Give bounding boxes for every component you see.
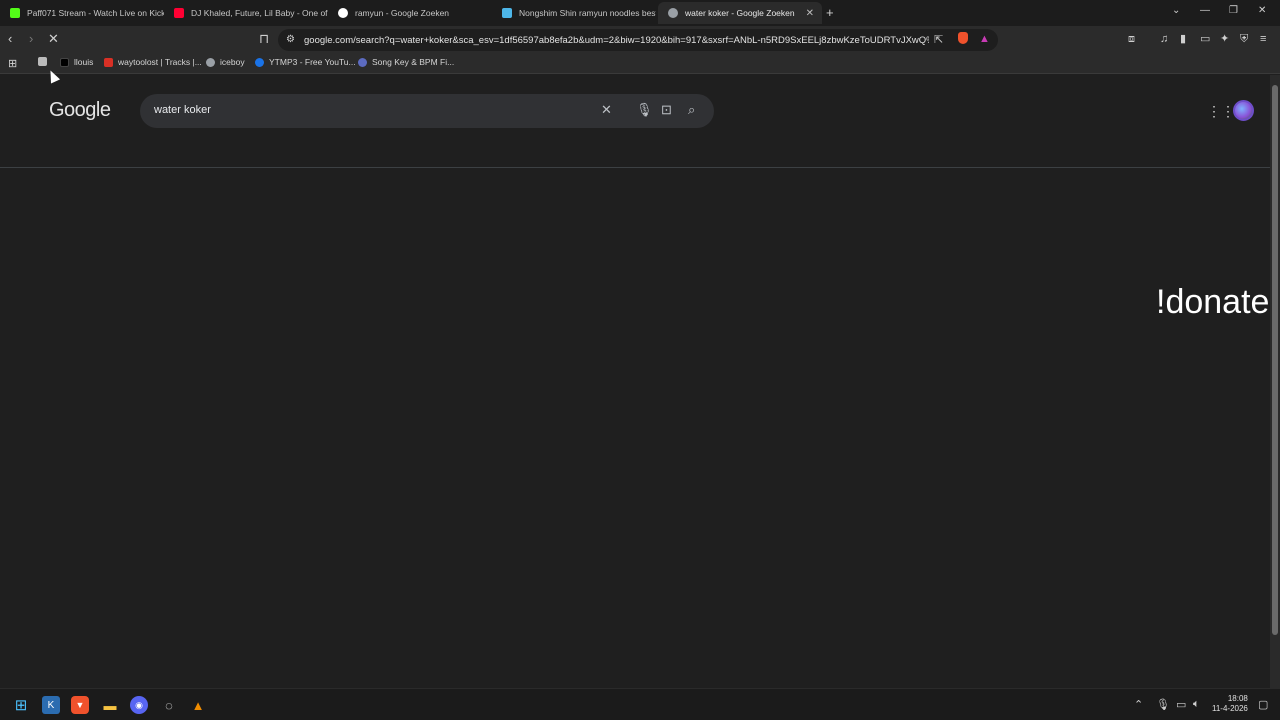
- tab-strip: Paff071 Stream - Watch Live on Kick DJ K…: [0, 0, 1280, 26]
- screenshot-icon[interactable]: ⧈: [1128, 32, 1135, 46]
- bookmark-app[interactable]: [38, 57, 52, 66]
- close-tab-icon[interactable]: ✕: [806, 8, 814, 19]
- back-icon[interactable]: ‹: [8, 32, 12, 46]
- file-explorer-icon[interactable]: ▬: [101, 696, 119, 714]
- bookmark-label: Song Key & BPM Fi...: [372, 57, 455, 67]
- clock-time: 18:08: [1227, 694, 1248, 703]
- tab-kick[interactable]: Paff071 Stream - Watch Live on Kick: [0, 2, 164, 24]
- scrollbar[interactable]: [1270, 75, 1280, 688]
- app-circle-icon[interactable]: ◌: [160, 696, 178, 714]
- search-box[interactable]: water koker ✕ 🎙︎ ⊡ ⌕: [140, 94, 714, 128]
- tab-title: ramyun - Google Zoeken: [355, 8, 450, 18]
- clock-date: 11-4-2026: [1212, 704, 1248, 713]
- lens-icon[interactable]: ⊡: [661, 103, 672, 117]
- mic-icon[interactable]: 🎙︎: [636, 103, 653, 117]
- taskbar-clock[interactable]: 18:08 11-4-2026: [1212, 694, 1248, 714]
- url-text: google.com/search?q=water+koker&sca_esv=…: [304, 34, 929, 46]
- stop-loading-icon[interactable]: ✕: [48, 32, 59, 46]
- search-icon[interactable]: ⌕: [688, 103, 695, 117]
- forward-icon[interactable]: ›: [29, 32, 33, 46]
- stream-overlay-text: !donate: [1156, 283, 1270, 321]
- bookmark-app-icon: [38, 57, 47, 66]
- taskbar: ⊞ K ▼ ▬ ◉ ◌ ▲ ⌃ 🎙︎ ▭ 🔈︎ 18:08 11-4-2026 …: [0, 688, 1280, 720]
- bookmark-ytmp3[interactable]: YTMP3 - Free YouTu...: [255, 57, 356, 67]
- apps-grid-icon[interactable]: ⊞: [8, 57, 17, 70]
- bookmark-label: YTMP3 - Free YouTu...: [269, 57, 356, 67]
- vlc-icon[interactable]: ▲: [189, 696, 207, 714]
- bookmark-iceboy[interactable]: iceboy: [206, 57, 245, 67]
- brave-rewards-icon[interactable]: ▲: [979, 32, 990, 46]
- close-window-icon[interactable]: ✕: [1258, 5, 1266, 16]
- globe-icon: [206, 57, 215, 67]
- tab-youtube[interactable]: DJ Khaled, Future, Lil Baby - One of T: [164, 2, 328, 24]
- new-tab-button[interactable]: +: [826, 5, 834, 20]
- bookmark-label: waytoolost | Tracks |...: [118, 57, 202, 67]
- browser-toolbar: ‹ › ✕ ⊓ ⚙ google.com/search?q=water+koke…: [0, 26, 1280, 54]
- tray-expand-icon[interactable]: ⌃: [1134, 698, 1143, 711]
- youtube-icon: [174, 8, 184, 18]
- minimize-icon[interactable]: —: [1200, 5, 1210, 16]
- share-icon[interactable]: ⇱: [934, 33, 943, 47]
- ytmp3-icon: [255, 57, 264, 67]
- discord-icon[interactable]: ◉: [130, 696, 148, 714]
- network-icon[interactable]: ▭: [1176, 698, 1186, 711]
- vpn-icon[interactable]: ⛨: [1240, 32, 1248, 46]
- wallet-icon[interactable]: ▭: [1200, 32, 1210, 46]
- scrollbar-thumb[interactable]: [1272, 85, 1278, 635]
- media-icon[interactable]: ♫: [1160, 32, 1168, 46]
- bookmark-songkey[interactable]: Song Key & BPM Fi...: [358, 57, 454, 67]
- menu-icon[interactable]: ≡: [1260, 32, 1266, 46]
- sidebar-icon[interactable]: ▮: [1180, 32, 1186, 46]
- music-note-icon: [358, 57, 367, 67]
- kick-icon: [10, 8, 20, 18]
- restore-icon[interactable]: ❐: [1229, 5, 1238, 16]
- avatar[interactable]: [1233, 100, 1254, 121]
- tab-title: DJ Khaled, Future, Lil Baby - One of T: [191, 8, 328, 18]
- brave-icon[interactable]: ▼: [71, 696, 89, 714]
- tab-title: water koker - Google Zoeken: [685, 8, 795, 18]
- site-settings-icon[interactable]: ⚙: [286, 33, 295, 47]
- tab-title: Paff071 Stream - Watch Live on Kick: [27, 8, 164, 18]
- tab-search-icon[interactable]: ⌄: [1172, 5, 1180, 16]
- google-logo[interactable]: Google: [49, 99, 111, 122]
- notifications-icon[interactable]: ▢: [1258, 698, 1268, 711]
- google-icon: [338, 8, 348, 18]
- header-divider: [0, 167, 1270, 168]
- brave-shields-icon[interactable]: [958, 32, 968, 44]
- volume-icon[interactable]: 🔈︎: [1193, 698, 1200, 711]
- tab-water-koker[interactable]: water koker - Google Zoeken ✕: [658, 2, 822, 24]
- bookmark-label: llouis: [74, 57, 94, 67]
- clear-icon[interactable]: ✕: [601, 103, 612, 117]
- bookmark-icon[interactable]: ⊓: [259, 32, 269, 46]
- tab-nongshim[interactable]: Nongshim Shin ramyun noodles best: [492, 2, 656, 24]
- microphone-icon[interactable]: 🎙︎: [1156, 698, 1170, 711]
- bandcamp-icon: [104, 57, 113, 67]
- loading-icon: [668, 8, 678, 18]
- app-k-icon[interactable]: K: [42, 696, 60, 714]
- black-square-icon: [60, 57, 69, 67]
- search-input[interactable]: water koker: [154, 104, 211, 116]
- tab-title: Nongshim Shin ramyun noodles best: [519, 8, 656, 18]
- leo-ai-icon[interactable]: ✦: [1220, 32, 1229, 46]
- windows-start-icon[interactable]: ⊞: [12, 696, 30, 714]
- address-bar[interactable]: ⚙ google.com/search?q=water+koker&sca_es…: [278, 29, 998, 51]
- page-content: Google water koker ✕ 🎙︎ ⊡ ⌕ ⋮⋮⋮ !donate: [0, 75, 1270, 688]
- bookmark-label: iceboy: [220, 57, 245, 67]
- tab-ramyun[interactable]: ramyun - Google Zoeken: [328, 2, 492, 24]
- bookmark-llouis[interactable]: llouis: [60, 57, 93, 67]
- bookmarks-bar: ⊞ llouis waytoolost | Tracks |... iceboy…: [0, 54, 1280, 74]
- site-icon: [502, 8, 512, 18]
- bookmark-waytoolost[interactable]: waytoolost | Tracks |...: [104, 57, 202, 67]
